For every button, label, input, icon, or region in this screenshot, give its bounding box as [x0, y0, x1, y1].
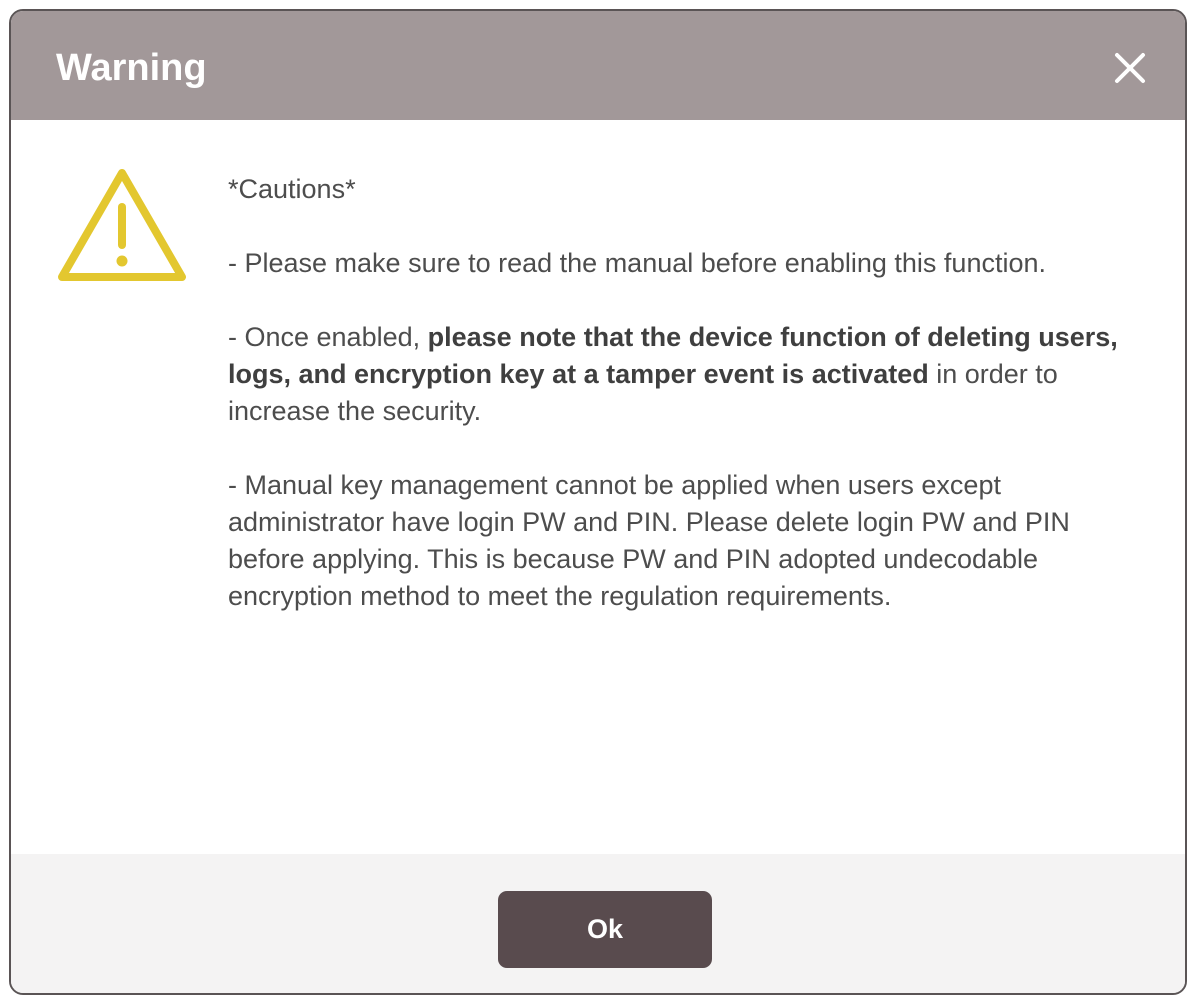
dialog-body: *Cautions* - Please make sure to read th… — [11, 120, 1185, 854]
caution-read-manual: - Please make sure to read the manual be… — [228, 248, 1046, 278]
warning-message: *Cautions* - Please make sure to read th… — [228, 171, 1128, 615]
dialog-title: Warning — [56, 47, 207, 89]
warning-triangle-icon — [55, 165, 189, 289]
dialog-footer: Ok — [11, 854, 1185, 993]
cautions-heading: *Cautions* — [228, 174, 356, 204]
caution-tamper-prefix: - Once enabled, — [228, 322, 428, 352]
caution-key-management: - Manual key management cannot be applie… — [228, 470, 1070, 611]
ok-button[interactable]: Ok — [498, 891, 712, 968]
dialog-titlebar: Warning — [11, 11, 1185, 120]
warning-dialog: Warning *Cautions* - Please make sure to… — [9, 9, 1187, 995]
close-icon[interactable] — [1113, 51, 1147, 85]
caution-tamper-event: - Once enabled, please note that the dev… — [228, 319, 1128, 430]
